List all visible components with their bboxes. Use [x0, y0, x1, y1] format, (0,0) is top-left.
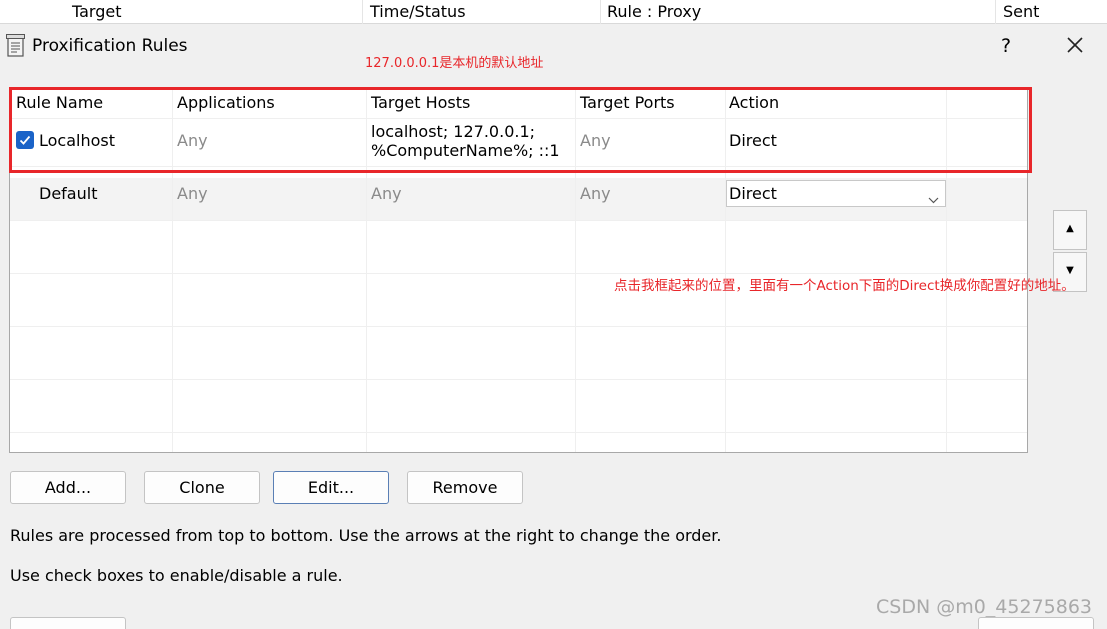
close-icon[interactable]: [1064, 34, 1086, 56]
remove-button[interactable]: Remove: [407, 471, 523, 504]
bg-column-sent: Sent: [1003, 2, 1040, 21]
add-button[interactable]: Add...: [10, 471, 126, 504]
bg-column-time-status: Time/Status: [370, 2, 466, 21]
target-ports-default: Any: [580, 184, 611, 203]
watermark: CSDN @m0_45275863: [876, 596, 1093, 618]
clone-button[interactable]: Clone: [144, 471, 260, 504]
action-default-value: Direct: [729, 184, 777, 203]
info-order-text: Rules are processed from top to bottom. …: [10, 526, 722, 545]
dialog-title: Proxification Rules: [32, 36, 188, 56]
move-up-button[interactable]: ▲: [1053, 210, 1087, 250]
action-default-select[interactable]: Direct: [726, 180, 946, 207]
bg-column-rule-proxy: Rule : Proxy: [607, 2, 702, 21]
chevron-down-icon: [928, 189, 939, 208]
title-bar: Proxification Rules ?: [0, 24, 1107, 68]
annotation-top-note: 127.0.0.0.1是本机的默认地址: [365, 56, 544, 71]
annotation-highlight-frame: [9, 87, 1032, 173]
applications-default: Any: [177, 184, 208, 203]
edit-button[interactable]: Edit...: [273, 471, 389, 504]
target-hosts-default: Any: [371, 184, 402, 203]
help-button[interactable]: ?: [996, 35, 1016, 57]
proxification-rules-dialog: Proxification Rules ? 127.0.0.0.1是本机的默认地…: [0, 24, 1107, 629]
info-checkbox-text: Use check boxes to enable/disable a rule…: [10, 566, 343, 585]
cancel-button[interactable]: Cancel: [978, 617, 1094, 629]
rules-document-icon: [6, 34, 26, 58]
rule-name-default[interactable]: Default: [39, 184, 97, 203]
arrow-up-icon: ▲: [1066, 223, 1074, 234]
bg-column-target: Target: [72, 2, 122, 21]
ok-button[interactable]: OK: [10, 617, 126, 629]
annotation-middle-note: 点击我框起来的位置，里面有一个Action下面的Direct换成你配置好的地址。: [614, 278, 1075, 294]
background-column-header: Target Time/Status Rule : Proxy Sent: [0, 0, 1107, 24]
